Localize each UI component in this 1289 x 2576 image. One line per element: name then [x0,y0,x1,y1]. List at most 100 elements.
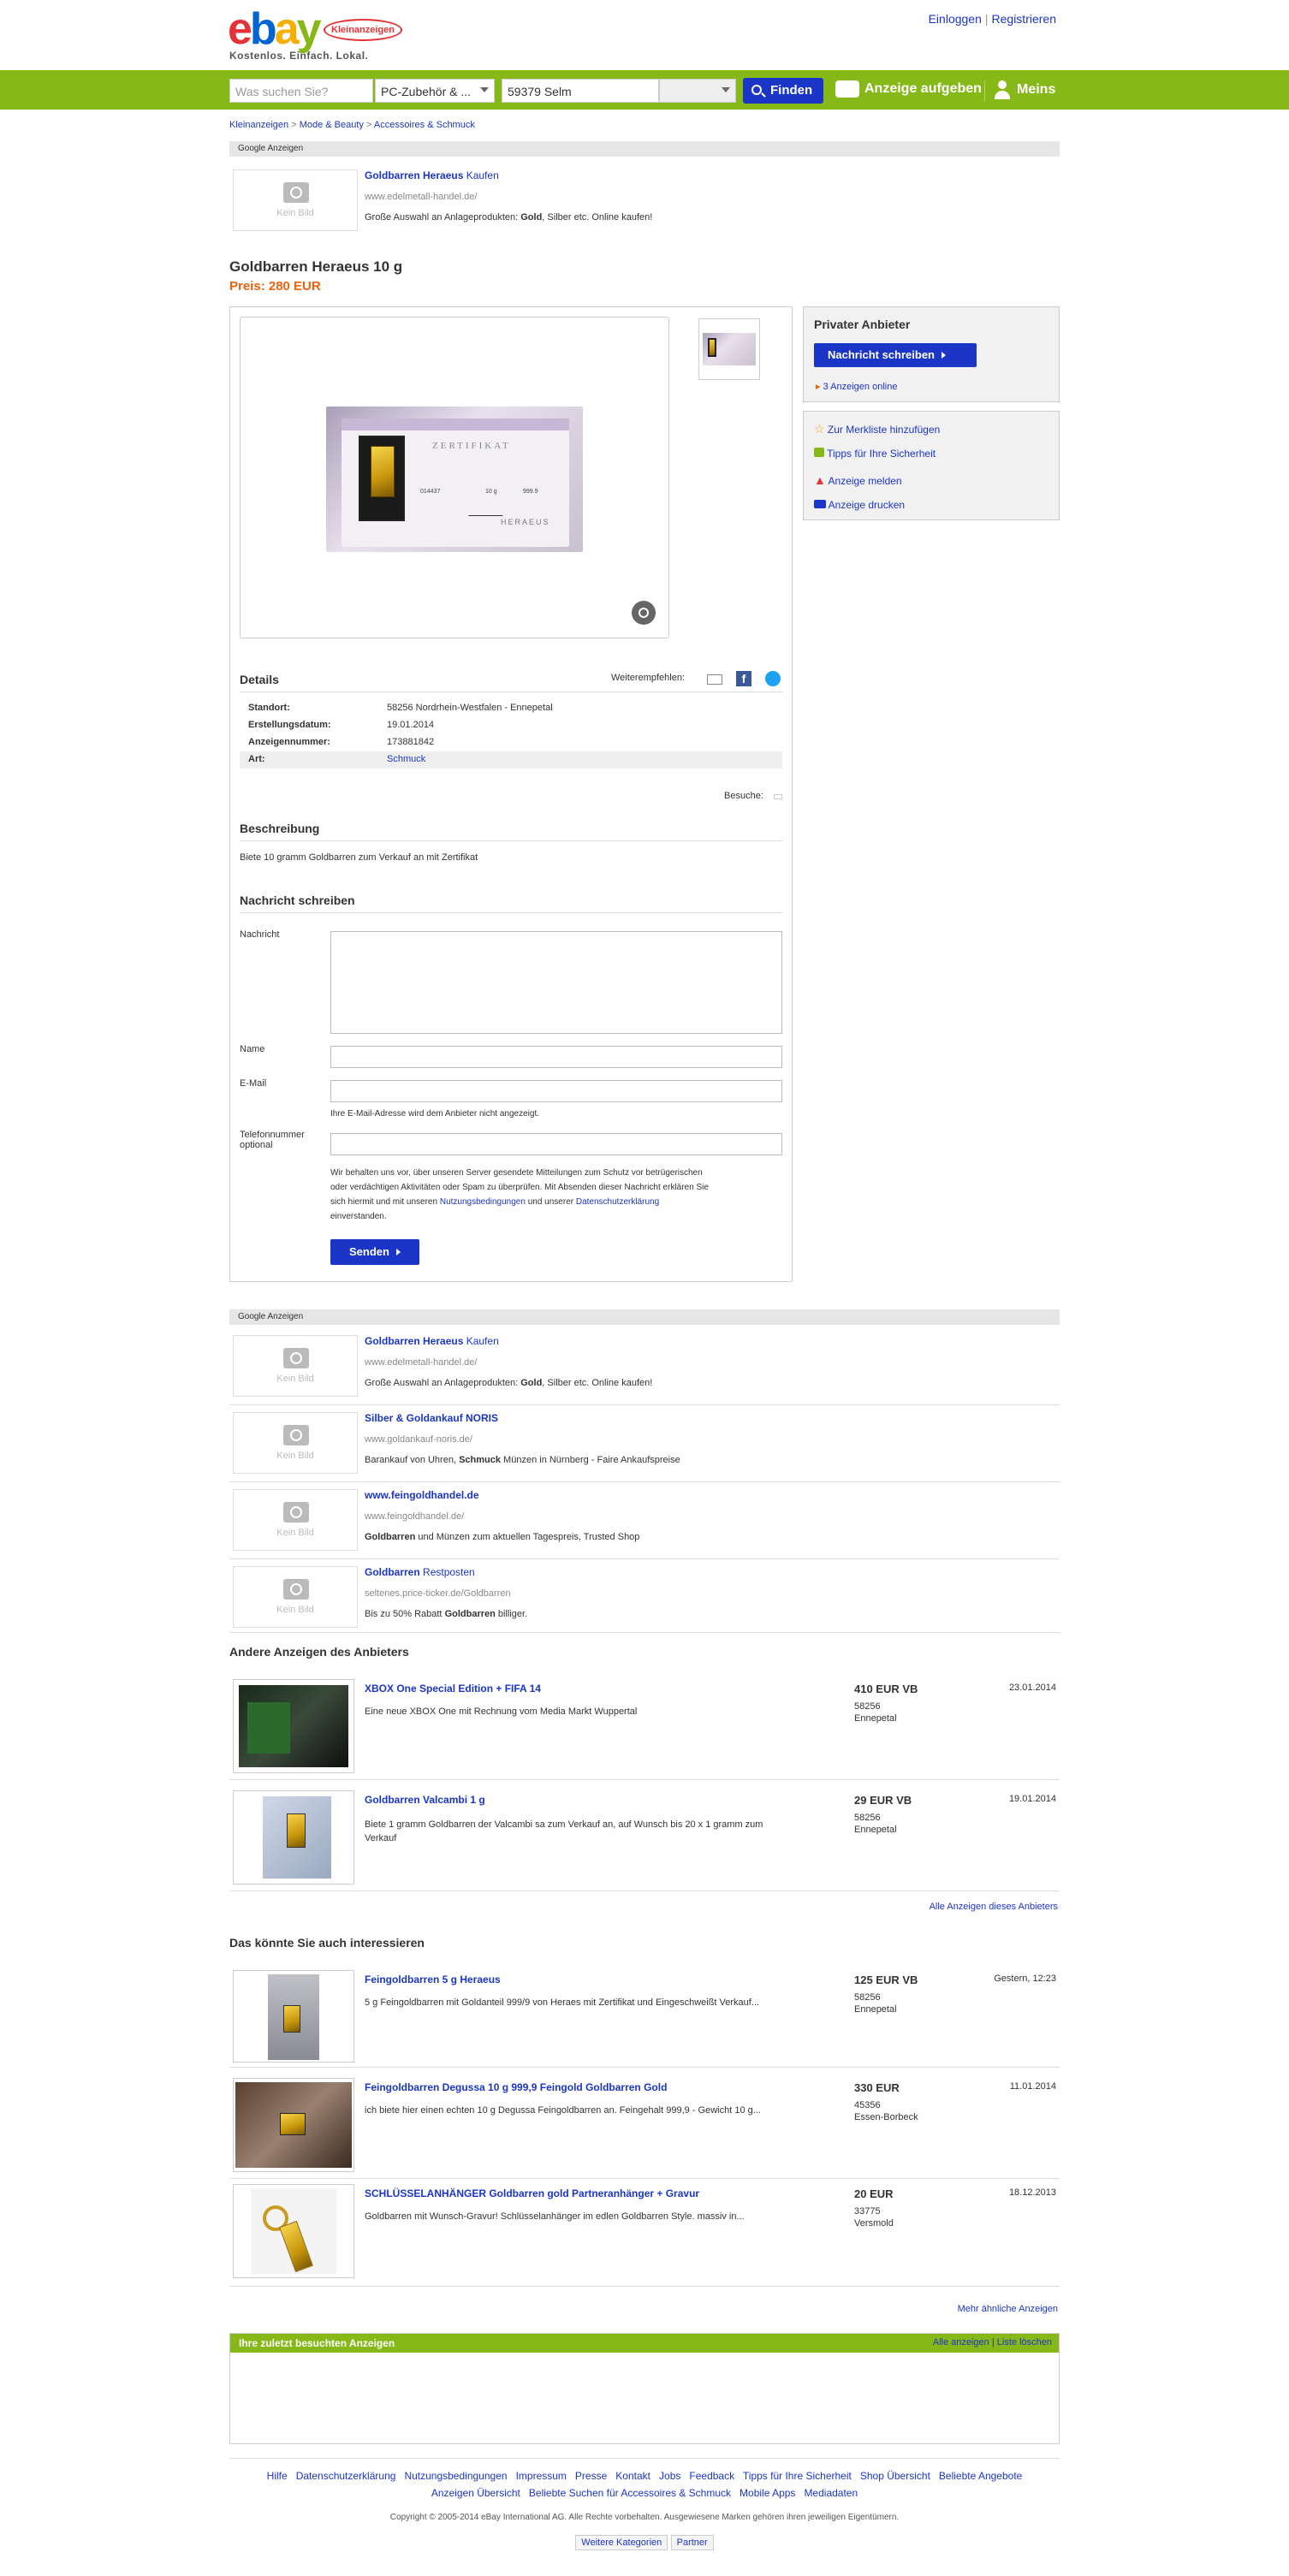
listing-title-link[interactable]: Feingoldbarren Degussa 10 g 999,9 Feingo… [365,2081,667,2093]
message-textarea[interactable] [330,931,782,1034]
listing-price: 410 EUR VB [854,1683,918,1695]
watchlist-link[interactable]: ☆ Zur Merkliste hinzufügen [814,422,940,436]
list-item[interactable]: SCHLÜSSELANHÄNGER Goldbarren gold Partne… [229,2179,1060,2287]
ad-title-link[interactable]: www.feingoldhandel.de [365,1489,479,1501]
google-ad[interactable]: Kein Bild www.feingoldhandel.de www.fein… [229,1482,1060,1559]
location-input[interactable]: 59379 Selm [502,79,659,103]
breadcrumb-item[interactable]: Mode & Beauty [300,120,364,130]
footer-link[interactable]: Mobile Apps [740,2487,795,2499]
list-item[interactable]: XBOX One Special Edition + FIFA 14 Eine … [229,1669,1060,1780]
listing-city: Essen-Borbeck [854,2112,918,2122]
footer-link[interactable]: Shop Übersicht [860,2470,930,2482]
image-thumbnail[interactable] [698,318,760,380]
category-link[interactable]: Schmuck [387,754,425,764]
footer-link[interactable]: Presse [575,2470,607,2482]
google-ads-list: Kein Bild Goldbarren Heraeus Kaufen www.… [229,1328,1060,1633]
listing-description: Eine neue XBOX One mit Rechnung vom Medi… [365,1706,638,1717]
radius-select[interactable] [659,79,736,103]
listing-thumbnail[interactable] [233,2078,354,2172]
phone-field[interactable] [330,1133,782,1155]
footer-link[interactable]: Anzeigen Übersicht [431,2487,520,2499]
ad-title-link[interactable]: Goldbarren Restposten [365,1566,475,1578]
ad-title-link[interactable]: Silber & Goldankauf NORIS [365,1412,498,1424]
listing-title-link[interactable]: Feingoldbarren 5 g Heraeus [365,1974,501,1985]
contact-seller-button[interactable]: Nachricht schreiben [814,343,977,367]
footer-link[interactable]: Kontakt [615,2470,650,2482]
footer-link[interactable]: Datenschutzerklärung [296,2470,396,2482]
meins-link[interactable]: Meins [993,80,1055,99]
listing-title-link[interactable]: Goldbarren Valcambi 1 g [365,1794,485,1806]
email-share-icon[interactable] [707,674,722,685]
more-categories-button[interactable]: Weitere Kategorien [575,2535,668,2550]
listing-thumbnail[interactable] [233,1790,354,1885]
google-ad[interactable]: Kein Bild Goldbarren Heraeus Kaufen www.… [229,1328,1060,1405]
arrow-right-icon: ▸ [816,382,821,392]
list-item[interactable]: Feingoldbarren 5 g Heraeus 5 g Feingoldb… [229,1960,1060,2068]
more-similar-link[interactable]: Mehr ähnliche Anzeigen [958,2304,1058,2314]
footer-link[interactable]: Nutzungsbedingungen [404,2470,507,2482]
ads-online-link[interactable]: ▸ 3 Anzeigen online [816,381,897,392]
footer-link[interactable]: Beliebte Angebote [939,2470,1022,2482]
footer-links-row-1: Hilfe Datenschutzerklärung Nutzungsbedin… [229,2470,1060,2482]
footer-link[interactable]: Hilfe [267,2470,288,2482]
camera-icon [283,182,309,203]
clear-recent-link[interactable]: Liste löschen [997,2337,1052,2347]
report-ad-link[interactable]: ▲ Anzeige melden [814,473,902,487]
google-ad[interactable]: Kein Bild Silber & Goldankauf NORIS www.… [229,1405,1060,1482]
show-all-recent-link[interactable]: Alle anzeigen [933,2337,989,2347]
listing-title-link[interactable]: SCHLÜSSELANHÄNGER Goldbarren gold Partne… [365,2187,699,2199]
ad-title-link[interactable]: Goldbarren Heraeus Kaufen [365,1335,499,1347]
footer-link[interactable]: Jobs [659,2470,680,2482]
google-ad[interactable]: Kein Bild Goldbarren Heraeus Kaufen www.… [229,163,1060,236]
email-field[interactable] [330,1080,782,1102]
tagline: Kostenlos. Einfach. Lokal. [229,50,369,62]
terms-link[interactable]: Nutzungsbedingungen [440,1197,526,1207]
seller-box: Privater Anbieter Nachricht schreiben ▸ … [803,306,1060,402]
listing-title-link[interactable]: XBOX One Special Edition + FIFA 14 [365,1683,541,1695]
speech-bubble-icon [835,80,859,98]
listing-price: 29 EUR VB [854,1794,912,1807]
similar-list: Feingoldbarren 5 g Heraeus 5 g Feingoldb… [229,1960,1060,2287]
name-field[interactable] [330,1046,782,1068]
zoom-icon[interactable] [632,601,656,625]
ad-title-link[interactable]: Goldbarren Heraeus Kaufen [365,169,499,181]
partner-button[interactable]: Partner [670,2535,714,2550]
list-item[interactable]: Feingoldbarren Degussa 10 g 999,9 Feingo… [229,2068,1060,2179]
safety-tips-link[interactable]: Tipps für Ihre Sicherheit [814,448,936,460]
twitter-icon[interactable] [765,671,781,686]
recent-ads-header: Ihre zuletzt besuchten Anzeigen Alle anz… [230,2334,1059,2353]
listing-thumbnail[interactable] [233,1679,354,1773]
google-ads-label: Google Anzeigen [229,1309,1060,1325]
kleinanzeigen-badge: Kleinanzeigen [324,19,402,41]
print-ad-link[interactable]: Anzeige drucken [814,499,905,511]
send-button[interactable]: Senden [330,1239,419,1265]
footer-link[interactable]: Feedback [689,2470,734,2482]
footer-link[interactable]: Beliebte Suchen für Accessoires & Schmuc… [529,2487,731,2499]
register-link[interactable]: Registrieren [992,12,1056,26]
listing-main-image[interactable]: ZERTIFIKAT 014437 10 g 999.9 HERAEUS [326,407,583,552]
post-ad-link[interactable]: Anzeige aufgeben [835,80,982,98]
breadcrumb-item[interactable]: Accessoires & Schmuck [374,120,475,130]
listing-city: Versmold [854,2218,894,2229]
login-link[interactable]: Einloggen [929,12,982,26]
listing-thumbnail[interactable] [233,1970,354,2063]
listing-thumbnail[interactable] [233,2184,354,2278]
search-input[interactable]: Was suchen Sie? [229,79,373,103]
listing-price: 125 EUR VB [854,1974,918,1986]
arrow-right-icon [395,1249,401,1255]
list-item[interactable]: Goldbarren Valcambi 1 g Biete 1 gramm Go… [229,1780,1060,1891]
breadcrumb-item[interactable]: Kleinanzeigen [229,120,288,130]
privacy-link[interactable]: Datenschutzerklärung [576,1197,659,1207]
all-seller-ads-link[interactable]: Alle Anzeigen dieses Anbieters [930,1902,1058,1912]
category-select[interactable]: PC-Zubehör & ... [375,79,495,103]
details-row: Art: Schmuck [240,751,782,769]
facebook-icon[interactable]: f [736,671,751,686]
footer-link[interactable]: Mediadaten [804,2487,858,2499]
footer-link[interactable]: Impressum [516,2470,567,2482]
seller-ads-heading: Andere Anzeigen des Anbieters [229,1645,409,1659]
google-ad[interactable]: Kein Bild Goldbarren Restposten seltenes… [229,1559,1060,1633]
image-gallery[interactable]: ZERTIFIKAT 014437 10 g 999.9 HERAEUS [240,317,669,638]
find-button[interactable]: Finden [743,78,823,104]
no-image-placeholder: Kein Bild [233,169,358,231]
footer-link[interactable]: Tipps für Ihre Sicherheit [743,2470,852,2482]
